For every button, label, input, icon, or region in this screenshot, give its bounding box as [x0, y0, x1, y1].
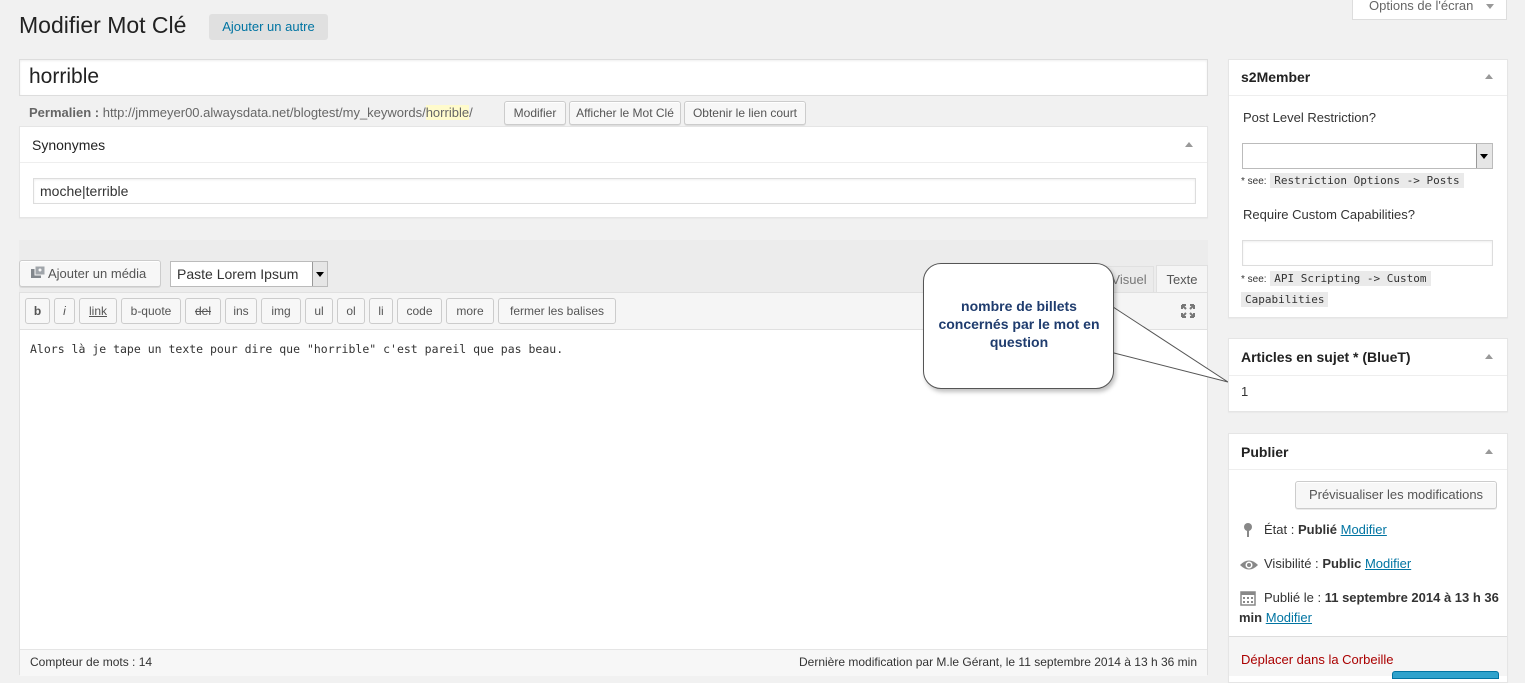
permalink-base: http://jmmeyer00.alwaysdata.net/blogtest…: [102, 105, 426, 120]
page-title: Modifier Mot Clé: [19, 12, 187, 38]
collapse-toggle-icon[interactable]: [1485, 449, 1493, 454]
pin-icon: [1242, 522, 1254, 538]
published-row: Publié le : 11 septembre 2014 à 13 h 36: [1264, 590, 1499, 605]
visibility-value: Public: [1322, 556, 1362, 571]
editor-content: Alors là je tape un texte pour dire que …: [30, 342, 564, 356]
move-to-trash-link[interactable]: Déplacer dans la Corbeille: [1241, 652, 1393, 667]
quicktag-ins[interactable]: ins: [225, 298, 257, 324]
quicktag-link[interactable]: link: [79, 298, 117, 324]
see-code: API Scripting -> Custom: [1270, 271, 1431, 286]
published-date-continued: min: [1239, 610, 1263, 625]
collapse-toggle-icon[interactable]: [1485, 74, 1493, 79]
published-date: 11 septembre 2014 à 13 h 36: [1324, 590, 1499, 605]
articles-count: 1: [1241, 384, 1249, 399]
screen-options-label: Options de l'écran: [1369, 0, 1474, 13]
quicktag-li[interactable]: li: [369, 298, 393, 324]
quicktag-b[interactable]: b: [25, 298, 50, 324]
synonymes-box: [19, 126, 1208, 218]
capabilities-see-note: * see: API Scripting -> Custom Capabilit…: [1241, 268, 1431, 309]
synonymes-input[interactable]: moche|terrible: [33, 178, 1196, 204]
s2member-title: s2Member: [1241, 69, 1311, 85]
calendar-icon: [1240, 590, 1256, 606]
see-label: * see:: [1241, 176, 1267, 187]
lorem-ipsum-select[interactable]: Paste Lorem Ipsum: [170, 261, 328, 287]
capabilities-label: Require Custom Capabilities?: [1243, 207, 1415, 222]
eye-icon: [1239, 558, 1259, 572]
synonymes-value: moche|terrible: [40, 183, 129, 199]
level-see-note: * see: Restriction Options -> Posts: [1241, 172, 1464, 188]
published-label: Publié le :: [1264, 590, 1322, 605]
chevron-down-icon: [312, 262, 327, 286]
visibility-row: Visibilité : Public Modifier: [1264, 556, 1411, 571]
word-count: Compteur de mots : 14: [30, 655, 153, 669]
tab-text[interactable]: Texte: [1156, 265, 1208, 293]
see-code-continued: Capabilities: [1241, 292, 1329, 307]
published-row-continued: min Modifier: [1239, 610, 1312, 625]
permalink-edit-button[interactable]: Modifier: [504, 101, 566, 125]
screen-options-tab[interactable]: Options de l'écran: [1352, 0, 1507, 20]
title-input[interactable]: horrible: [19, 59, 1208, 96]
publish-title: Publier: [1241, 444, 1289, 460]
permalink-tail: /: [469, 105, 473, 120]
shortlink-button[interactable]: Obtenir le lien court: [684, 101, 806, 125]
chevron-down-icon: [1476, 144, 1492, 168]
status-edit-link[interactable]: Modifier: [1341, 522, 1387, 537]
media-icon: [30, 263, 46, 278]
divider: [20, 162, 1207, 163]
quicktag-more[interactable]: more: [446, 298, 494, 324]
quicktag-del[interactable]: del: [185, 298, 221, 324]
tab-visual-label: Visuel: [1111, 272, 1147, 287]
collapse-toggle-icon[interactable]: [1185, 142, 1193, 147]
status-value: Publié: [1297, 522, 1337, 537]
lorem-ipsum-value: Paste Lorem Ipsum: [177, 266, 299, 282]
chevron-down-icon: [1486, 4, 1494, 9]
quicktag-ul[interactable]: ul: [305, 298, 333, 324]
update-button[interactable]: [1392, 671, 1499, 679]
status-label: État :: [1264, 522, 1295, 537]
quicktag-close-tags[interactable]: fermer les balises: [498, 298, 616, 324]
divider: [1229, 375, 1507, 376]
synonymes-title: Synonymes: [32, 137, 106, 153]
quicktag-code[interactable]: code: [397, 298, 442, 324]
quicktag-ol[interactable]: ol: [337, 298, 365, 324]
add-media-button[interactable]: Ajouter un média: [19, 260, 161, 287]
last-modified: Dernière modification par M.le Gérant, l…: [799, 655, 1197, 669]
add-new-button[interactable]: Ajouter un autre: [209, 14, 328, 40]
divider: [1229, 95, 1507, 96]
articles-title: Articles en sujet * (BlueT): [1241, 349, 1411, 365]
see-label: * see:: [1241, 274, 1267, 285]
tab-text-label: Texte: [1166, 272, 1198, 287]
title-value: horrible: [29, 65, 100, 88]
preview-changes-button[interactable]: Prévisualiser les modifications: [1295, 481, 1497, 509]
capabilities-input[interactable]: [1242, 240, 1493, 266]
level-restriction-label: Post Level Restriction?: [1243, 110, 1376, 125]
permalink-slug[interactable]: horrible: [425, 105, 470, 120]
quicktag-img[interactable]: img: [261, 298, 301, 324]
see-code: Restriction Options -> Posts: [1270, 173, 1464, 188]
published-edit-link[interactable]: Modifier: [1266, 610, 1312, 625]
visibility-edit-link[interactable]: Modifier: [1365, 556, 1411, 571]
permalink-label: Permalien :: [29, 105, 100, 120]
level-restriction-select[interactable]: [1242, 143, 1493, 169]
add-media-label: Ajouter un média: [48, 266, 147, 281]
collapse-toggle-icon[interactable]: [1485, 354, 1493, 359]
visibility-label: Visibilité :: [1264, 556, 1319, 571]
status-row: État : Publié Modifier: [1264, 522, 1387, 537]
view-keyword-button[interactable]: Afficher le Mot Clé: [569, 101, 681, 125]
callout-text: nombre de billets concernés par le mot e…: [938, 298, 1100, 350]
permalink-row: Permalien : http://jmmeyer00.alwaysdata.…: [29, 105, 473, 120]
divider: [1229, 469, 1507, 470]
quicktag-i[interactable]: i: [54, 298, 75, 324]
quicktag-b-quote[interactable]: b-quote: [121, 298, 181, 324]
